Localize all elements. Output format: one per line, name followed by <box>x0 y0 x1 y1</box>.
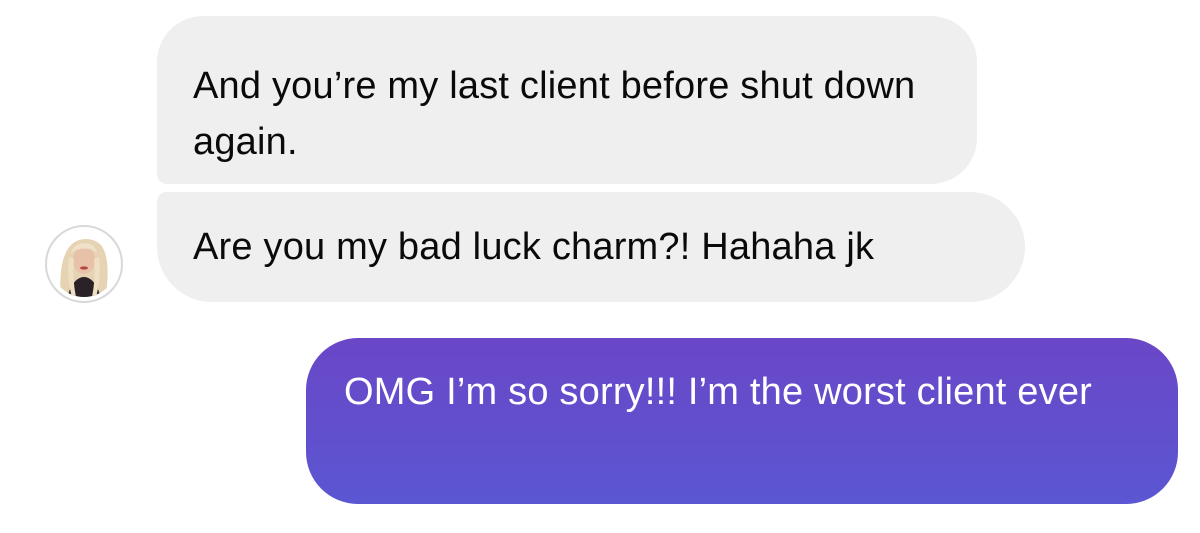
message-text: And you’re my last client before shut do… <box>193 65 916 163</box>
incoming-message-bubble[interactable]: Are you my bad luck charm?! Hahaha jk <box>157 192 1025 302</box>
incoming-message-bubble[interactable]: And you’re my last client before shut do… <box>157 16 977 184</box>
contact-avatar-icon[interactable] <box>45 225 123 303</box>
message-thread: And you’re my last client before shut do… <box>0 0 1200 533</box>
message-text: OMG I’m so sorry!!! I’m the worst client… <box>344 371 1093 413</box>
outgoing-message-bubble[interactable]: OMG I’m so sorry!!! I’m the worst client… <box>306 338 1178 504</box>
message-text: Are you my bad luck charm?! Hahaha jk <box>193 226 875 268</box>
